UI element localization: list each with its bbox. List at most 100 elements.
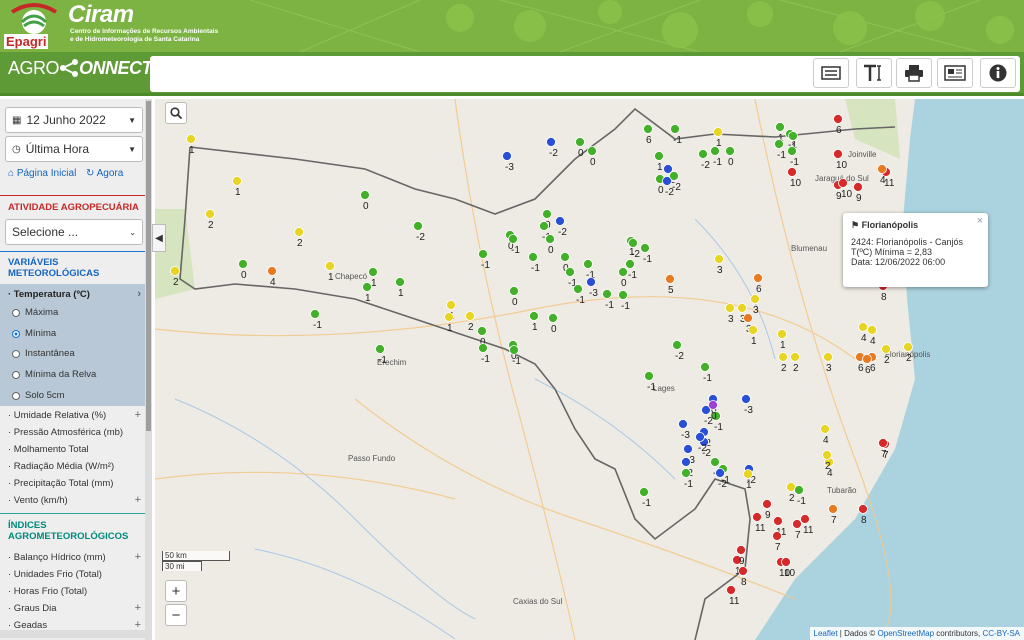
- station-marker[interactable]: 0: [238, 259, 248, 282]
- station-marker[interactable]: 4: [867, 325, 877, 348]
- station-marker[interactable]: 0: [545, 234, 555, 257]
- station-marker[interactable]: 4: [858, 322, 868, 345]
- station-marker[interactable]: 0: [725, 146, 735, 169]
- station-marker[interactable]: 6: [855, 352, 865, 375]
- station-marker[interactable]: 1: [743, 469, 753, 492]
- station-marker[interactable]: 2: [465, 311, 475, 334]
- station-marker[interactable]: 1: [713, 127, 723, 150]
- radio-maxima[interactable]: Máxima: [12, 307, 58, 318]
- info-button[interactable]: [980, 58, 1016, 88]
- temperatura-item[interactable]: · Temperatura (ºC) ›: [0, 286, 145, 303]
- map-search-button[interactable]: [165, 102, 187, 124]
- station-marker[interactable]: -1: [700, 362, 713, 385]
- station-marker[interactable]: -1: [508, 234, 521, 257]
- date-select[interactable]: ▦ 12 Junho 2022 ▼: [5, 107, 143, 133]
- station-marker[interactable]: 2: [205, 209, 215, 232]
- atividade-select[interactable]: Selecione ... ⌄: [5, 219, 143, 245]
- station-marker[interactable]: -1: [573, 284, 586, 307]
- time-select[interactable]: ◷ Última Hora ▼: [5, 136, 143, 162]
- text-size-button[interactable]: [856, 58, 892, 88]
- station-marker[interactable]: 3: [725, 303, 735, 326]
- agroconnect-logo[interactable]: AGRO ONNECT: [8, 58, 153, 79]
- station-marker[interactable]: 2: [790, 352, 800, 375]
- station-marker[interactable]: -1: [639, 487, 652, 510]
- var-molhamento[interactable]: · Molhamento Total: [0, 441, 145, 458]
- idx-balanco[interactable]: · Balanço Hídrico (mm) +: [0, 549, 145, 566]
- station-marker[interactable]: 4: [267, 266, 277, 289]
- radio-instantanea[interactable]: Instantânea: [12, 348, 75, 359]
- now-link[interactable]: ↻ Agora: [86, 168, 123, 179]
- station-marker[interactable]: -1: [710, 146, 723, 169]
- station-marker[interactable]: 7: [828, 504, 838, 527]
- station-marker[interactable]: 0: [548, 313, 558, 336]
- station-marker[interactable]: 9: [853, 182, 863, 205]
- license-link[interactable]: CC-BY-SA: [983, 629, 1021, 638]
- station-marker[interactable]: -2: [672, 340, 685, 363]
- idx-unidades-frio[interactable]: · Unidades Frio (Total): [0, 566, 145, 583]
- station-marker[interactable]: 1: [748, 325, 758, 348]
- station-marker[interactable]: 0: [655, 174, 665, 197]
- zoom-out-button[interactable]: −: [165, 604, 187, 626]
- station-marker[interactable]: -3: [678, 419, 691, 442]
- station-marker[interactable]: 2: [778, 352, 788, 375]
- station-marker[interactable]: 11: [752, 512, 766, 535]
- station-marker[interactable]: -1: [375, 344, 388, 367]
- idx-horas-frio[interactable]: · Horas Frio (Total): [0, 583, 145, 600]
- station-marker[interactable]: 5: [665, 274, 675, 297]
- station-marker[interactable]: -1: [670, 124, 683, 147]
- print-button[interactable]: [896, 58, 932, 88]
- station-marker[interactable]: -2: [546, 137, 559, 160]
- osm-link[interactable]: OpenStreetMap: [878, 629, 934, 638]
- close-icon[interactable]: ×: [977, 215, 983, 227]
- station-marker[interactable]: -1: [509, 345, 522, 368]
- var-vento[interactable]: · Vento (km/h) +: [0, 492, 145, 509]
- station-marker[interactable]: 2: [822, 450, 832, 473]
- station-marker[interactable]: -1: [602, 289, 615, 312]
- station-marker[interactable]: 6: [833, 114, 843, 137]
- list-button[interactable]: [813, 58, 849, 88]
- station-marker[interactable]: -1: [478, 249, 491, 272]
- station-marker[interactable]: -2: [555, 216, 568, 239]
- station-marker[interactable]: 1: [232, 176, 242, 199]
- collapse-sidebar-button[interactable]: ◀: [152, 224, 166, 252]
- leaflet-link[interactable]: Leaflet: [814, 629, 838, 638]
- station-marker[interactable]: -3: [502, 151, 515, 174]
- station-marker[interactable]: 3: [750, 294, 760, 317]
- station-marker[interactable]: -3: [586, 277, 599, 300]
- map[interactable]: Chapecó Erechim Passo Fundo Caxias do Su…: [155, 99, 1024, 640]
- station-marker[interactable]: 1: [186, 134, 196, 157]
- radio-minima[interactable]: Mínima: [12, 328, 56, 339]
- sidebar-scrollbar-thumb[interactable]: [146, 101, 151, 431]
- station-marker[interactable]: -3: [741, 394, 754, 417]
- station-marker[interactable]: 10: [833, 149, 848, 172]
- station-marker[interactable]: 0: [587, 146, 597, 169]
- station-marker[interactable]: 6: [643, 124, 653, 147]
- station-marker[interactable]: -2: [413, 221, 426, 244]
- station-marker[interactable]: 1: [654, 151, 664, 174]
- station-marker[interactable]: 0: [575, 137, 585, 160]
- station-marker[interactable]: 10: [787, 167, 802, 190]
- var-pressao[interactable]: · Pressão Atmosférica (mb): [0, 424, 145, 441]
- var-umidade[interactable]: · Umidade Relativa (%) +: [0, 407, 145, 424]
- station-marker[interactable]: 7: [878, 438, 888, 461]
- station-marker[interactable]: 6: [862, 354, 872, 377]
- radio-solo-5cm[interactable]: Solo 5cm: [12, 390, 65, 401]
- horizontal-scrollbar[interactable]: [0, 630, 145, 638]
- station-marker[interactable]: 3: [714, 254, 724, 277]
- station-marker[interactable]: 7: [792, 519, 802, 542]
- station-marker[interactable]: 2: [294, 227, 304, 250]
- station-marker[interactable]: -1: [794, 485, 807, 508]
- station-marker[interactable]: 1: [362, 282, 372, 305]
- station-marker[interactable]: 1: [529, 311, 539, 334]
- radio-minima-relva[interactable]: Mínima da Relva: [12, 369, 96, 380]
- station-marker[interactable]: 1: [395, 277, 405, 300]
- station-marker[interactable]: -1: [787, 146, 800, 169]
- station-marker[interactable]: -1: [478, 343, 491, 366]
- station-marker[interactable]: 11: [726, 585, 740, 608]
- home-link[interactable]: ⌂ Página Inicial: [8, 168, 76, 179]
- station-marker[interactable]: -1: [625, 259, 638, 282]
- station-marker[interactable]: -1: [528, 252, 541, 275]
- var-radiacao[interactable]: · Radiação Média (W/m²): [0, 458, 145, 475]
- station-marker[interactable]: 4: [820, 424, 830, 447]
- station-marker[interactable]: -1: [640, 243, 653, 266]
